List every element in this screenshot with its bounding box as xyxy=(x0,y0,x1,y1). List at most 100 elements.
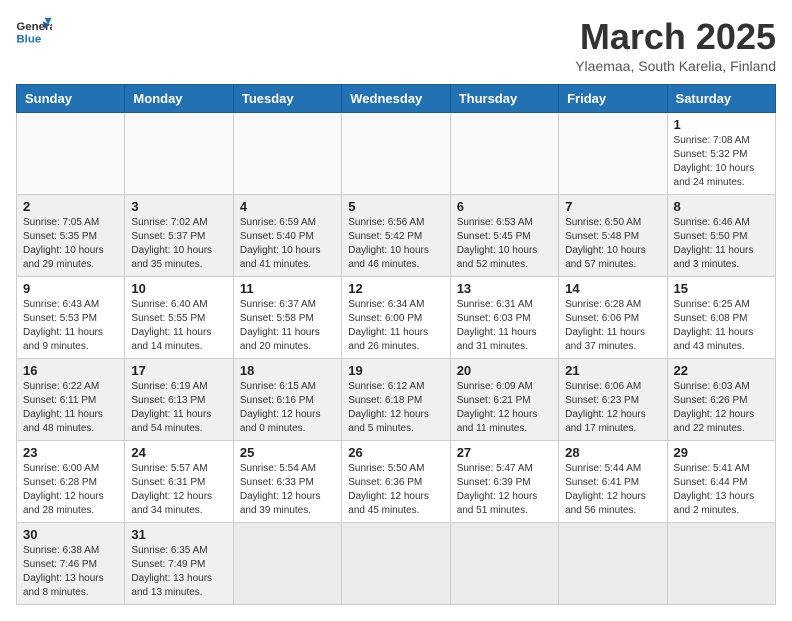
day-number: 21 xyxy=(565,363,660,378)
calendar-day-cell: 30 Sunrise: 6:38 AM Sunset: 7:46 PM Dayli… xyxy=(17,523,125,605)
page-header: General Blue March 2025 Ylaemaa, South K… xyxy=(16,16,776,74)
day-info: Sunrise: 6:25 AM Sunset: 6:08 PM Dayligh… xyxy=(674,298,769,354)
calendar-week-row: 1 Sunrise: 7:08 AM Sunset: 5:32 PM Daylig… xyxy=(17,113,776,195)
title-block: March 2025 Ylaemaa, South Karelia, Finla… xyxy=(575,16,776,74)
day-number: 7 xyxy=(565,199,660,214)
location-subtitle: Ylaemaa, South Karelia, Finland xyxy=(575,58,776,74)
day-number: 11 xyxy=(240,281,335,296)
calendar-day-cell: 14 Sunrise: 6:28 AM Sunset: 6:06 PM Dayli… xyxy=(559,277,667,359)
calendar-day-cell: 12Sunrise: 6:34 AM Sunset: 6:00 PM Dayli… xyxy=(342,277,450,359)
day-info: Sunrise: 7:02 AM Sunset: 5:37 PM Dayligh… xyxy=(131,216,226,272)
calendar-day-cell xyxy=(450,523,558,605)
day-number: 25 xyxy=(240,445,335,460)
weekday-header-saturday: Saturday xyxy=(667,85,775,113)
calendar-day-cell: 13 Sunrise: 6:31 AM Sunset: 6:03 PM Dayli… xyxy=(450,277,558,359)
day-number: 10 xyxy=(131,281,226,296)
day-number: 19 xyxy=(348,363,443,378)
day-number: 28 xyxy=(565,445,660,460)
calendar-day-cell xyxy=(342,113,450,195)
calendar-day-cell: 1 Sunrise: 7:08 AM Sunset: 5:32 PM Daylig… xyxy=(667,113,775,195)
day-info: Sunrise: 5:44 AM Sunset: 6:41 PM Dayligh… xyxy=(565,462,660,518)
day-number: 24 xyxy=(131,445,226,460)
calendar-day-cell xyxy=(559,523,667,605)
calendar-day-cell xyxy=(125,113,233,195)
day-number: 3 xyxy=(131,199,226,214)
day-info: Sunrise: 6:15 AM Sunset: 6:16 PM Dayligh… xyxy=(240,380,335,436)
calendar-day-cell: 24 Sunrise: 5:57 AM Sunset: 6:31 PM Dayli… xyxy=(125,441,233,523)
day-number: 30 xyxy=(23,527,118,542)
day-number: 26 xyxy=(348,445,443,460)
day-number: 13 xyxy=(457,281,552,296)
day-info: Sunrise: 6:37 AM Sunset: 5:58 PM Dayligh… xyxy=(240,298,335,354)
day-number: 14 xyxy=(565,281,660,296)
calendar-day-cell: 20 Sunrise: 6:09 AM Sunset: 6:21 PM Dayli… xyxy=(450,359,558,441)
day-info: Sunrise: 6:59 AM Sunset: 5:40 PM Dayligh… xyxy=(240,216,335,272)
day-number: 16 xyxy=(23,363,118,378)
day-number: 18 xyxy=(240,363,335,378)
day-number: 20 xyxy=(457,363,552,378)
calendar-day-cell: 27 Sunrise: 5:47 AM Sunset: 6:39 PM Dayli… xyxy=(450,441,558,523)
calendar-table: SundayMondayTuesdayWednesdayThursdayFrid… xyxy=(16,84,776,605)
svg-text:General: General xyxy=(16,21,52,33)
day-info: Sunrise: 7:08 AM Sunset: 5:32 PM Dayligh… xyxy=(674,134,769,190)
day-info: Sunrise: 6:46 AM Sunset: 5:50 PM Dayligh… xyxy=(674,216,769,272)
day-number: 6 xyxy=(457,199,552,214)
day-number: 29 xyxy=(674,445,769,460)
calendar-week-row: 23 Sunrise: 6:00 AM Sunset: 6:28 PM Dayli… xyxy=(17,441,776,523)
day-info: Sunrise: 6:38 AM Sunset: 7:46 PM Dayligh… xyxy=(23,544,118,600)
calendar-day-cell xyxy=(559,113,667,195)
day-info: Sunrise: 6:09 AM Sunset: 6:21 PM Dayligh… xyxy=(457,380,552,436)
day-number: 1 xyxy=(674,117,769,132)
day-info: Sunrise: 6:43 AM Sunset: 5:53 PM Dayligh… xyxy=(23,298,118,354)
day-info: Sunrise: 6:28 AM Sunset: 6:06 PM Dayligh… xyxy=(565,298,660,354)
day-number: 5 xyxy=(348,199,443,214)
weekday-header-thursday: Thursday xyxy=(450,85,558,113)
day-info: Sunrise: 5:41 AM Sunset: 6:44 PM Dayligh… xyxy=(674,462,769,518)
weekday-header-monday: Monday xyxy=(125,85,233,113)
calendar-week-row: 16Sunrise: 6:22 AM Sunset: 6:11 PM Dayli… xyxy=(17,359,776,441)
day-number: 17 xyxy=(131,363,226,378)
calendar-day-cell: 29 Sunrise: 5:41 AM Sunset: 6:44 PM Dayli… xyxy=(667,441,775,523)
calendar-day-cell: 9 Sunrise: 6:43 AM Sunset: 5:53 PM Daylig… xyxy=(17,277,125,359)
day-info: Sunrise: 5:47 AM Sunset: 6:39 PM Dayligh… xyxy=(457,462,552,518)
calendar-day-cell: 10 Sunrise: 6:40 AM Sunset: 5:55 PM Dayli… xyxy=(125,277,233,359)
day-number: 4 xyxy=(240,199,335,214)
calendar-day-cell xyxy=(233,523,341,605)
calendar-day-cell: 5 Sunrise: 6:56 AM Sunset: 5:42 PM Daylig… xyxy=(342,195,450,277)
calendar-day-cell: 16Sunrise: 6:22 AM Sunset: 6:11 PM Dayli… xyxy=(17,359,125,441)
calendar-day-cell: 7Sunrise: 6:50 AM Sunset: 5:48 PM Daylig… xyxy=(559,195,667,277)
day-number: 27 xyxy=(457,445,552,460)
weekday-header-sunday: Sunday xyxy=(17,85,125,113)
logo-icon: General Blue xyxy=(16,16,52,46)
calendar-day-cell: 28 Sunrise: 5:44 AM Sunset: 6:41 PM Dayli… xyxy=(559,441,667,523)
calendar-day-cell xyxy=(17,113,125,195)
calendar-day-cell: 22Sunrise: 6:03 AM Sunset: 6:26 PM Dayli… xyxy=(667,359,775,441)
calendar-day-cell: 31Sunrise: 6:35 AM Sunset: 7:49 PM Dayli… xyxy=(125,523,233,605)
day-info: Sunrise: 5:54 AM Sunset: 6:33 PM Dayligh… xyxy=(240,462,335,518)
day-info: Sunrise: 6:19 AM Sunset: 6:13 PM Dayligh… xyxy=(131,380,226,436)
calendar-day-cell: 15 Sunrise: 6:25 AM Sunset: 6:08 PM Dayli… xyxy=(667,277,775,359)
day-number: 9 xyxy=(23,281,118,296)
day-number: 22 xyxy=(674,363,769,378)
calendar-day-cell: 3 Sunrise: 7:02 AM Sunset: 5:37 PM Daylig… xyxy=(125,195,233,277)
calendar-day-cell: 25 Sunrise: 5:54 AM Sunset: 6:33 PM Dayli… xyxy=(233,441,341,523)
calendar-day-cell: 19 Sunrise: 6:12 AM Sunset: 6:18 PM Dayli… xyxy=(342,359,450,441)
calendar-day-cell: 18 Sunrise: 6:15 AM Sunset: 6:16 PM Dayli… xyxy=(233,359,341,441)
day-info: Sunrise: 6:12 AM Sunset: 6:18 PM Dayligh… xyxy=(348,380,443,436)
day-info: Sunrise: 6:00 AM Sunset: 6:28 PM Dayligh… xyxy=(23,462,118,518)
calendar-day-cell xyxy=(450,113,558,195)
day-info: Sunrise: 6:40 AM Sunset: 5:55 PM Dayligh… xyxy=(131,298,226,354)
calendar-day-cell: 23 Sunrise: 6:00 AM Sunset: 6:28 PM Dayli… xyxy=(17,441,125,523)
day-info: Sunrise: 5:57 AM Sunset: 6:31 PM Dayligh… xyxy=(131,462,226,518)
calendar-day-cell: 11 Sunrise: 6:37 AM Sunset: 5:58 PM Dayli… xyxy=(233,277,341,359)
day-info: Sunrise: 6:35 AM Sunset: 7:49 PM Dayligh… xyxy=(131,544,226,600)
calendar-day-cell: 17 Sunrise: 6:19 AM Sunset: 6:13 PM Dayli… xyxy=(125,359,233,441)
day-number: 15 xyxy=(674,281,769,296)
day-info: Sunrise: 6:31 AM Sunset: 6:03 PM Dayligh… xyxy=(457,298,552,354)
day-info: Sunrise: 6:06 AM Sunset: 6:23 PM Dayligh… xyxy=(565,380,660,436)
month-title: March 2025 xyxy=(575,16,776,58)
day-number: 23 xyxy=(23,445,118,460)
day-info: Sunrise: 6:34 AM Sunset: 6:00 PM Dayligh… xyxy=(348,298,443,354)
day-info: Sunrise: 6:56 AM Sunset: 5:42 PM Dayligh… xyxy=(348,216,443,272)
calendar-week-row: 2Sunrise: 7:05 AM Sunset: 5:35 PM Daylig… xyxy=(17,195,776,277)
